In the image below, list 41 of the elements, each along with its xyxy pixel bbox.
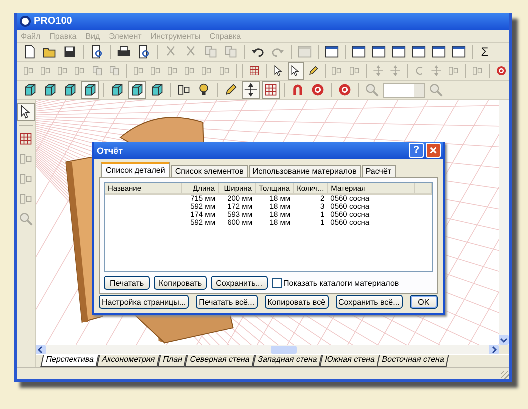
view-tab[interactable]: Перспектива <box>40 355 100 367</box>
view-tab[interactable]: План <box>157 355 188 367</box>
close-icon[interactable] <box>429 146 438 155</box>
button[interactable]: Копировать <box>154 276 208 290</box>
button[interactable]: Сохранить... <box>211 276 268 290</box>
cube-icon[interactable] <box>81 81 99 99</box>
button[interactable]: Печатать всё... <box>196 295 258 309</box>
scroll-down-button[interactable] <box>499 335 509 345</box>
sum-button[interactable]: Σ <box>477 44 493 60</box>
logo-icon <box>20 16 31 27</box>
button[interactable]: Сохранить всё... <box>336 295 403 309</box>
checkbox[interactable] <box>272 278 282 288</box>
view-tab[interactable]: Северная стена <box>184 355 255 367</box>
tab[interactable]: Список деталей <box>101 162 170 177</box>
cursor-icon[interactable] <box>17 103 35 121</box>
cube-icon[interactable] <box>128 81 146 99</box>
vertical-scrollbar[interactable] <box>499 100 509 345</box>
tab[interactable]: Использование материалов <box>248 165 361 177</box>
tab[interactable]: Расчёт <box>362 165 396 177</box>
view-tab[interactable]: Западная стена <box>252 355 322 367</box>
ok-button[interactable]: OK <box>410 295 438 309</box>
move-icon[interactable] <box>242 81 260 99</box>
button[interactable]: Печатать <box>104 276 150 290</box>
horizontal-scrollbar[interactable] <box>36 345 499 354</box>
grid-icon[interactable] <box>262 81 280 99</box>
cursor-icon[interactable] <box>288 62 304 80</box>
tab[interactable]: Список элементов <box>171 165 248 177</box>
view-tab[interactable]: Восточная стена <box>377 355 450 367</box>
scroll-right-button[interactable] <box>489 344 499 354</box>
resize-grip-icon[interactable] <box>501 371 509 379</box>
window-title: PRO100 <box>34 16 72 27</box>
dialog-title: Отчёт <box>97 146 124 156</box>
help-button[interactable]: ? <box>409 143 424 158</box>
view-tab[interactable]: Южная стена <box>319 355 380 367</box>
button[interactable]: Настройка страницы... <box>99 295 190 309</box>
button[interactable]: Копировать всё <box>264 295 329 309</box>
close-button[interactable] <box>426 143 441 158</box>
scroll-thumb[interactable] <box>271 346 297 354</box>
view-tab[interactable]: Аксонометрия <box>96 355 160 367</box>
scroll-left-button[interactable] <box>36 344 46 354</box>
checkbox-label[interactable]: Показать каталоги материалов <box>284 278 400 288</box>
